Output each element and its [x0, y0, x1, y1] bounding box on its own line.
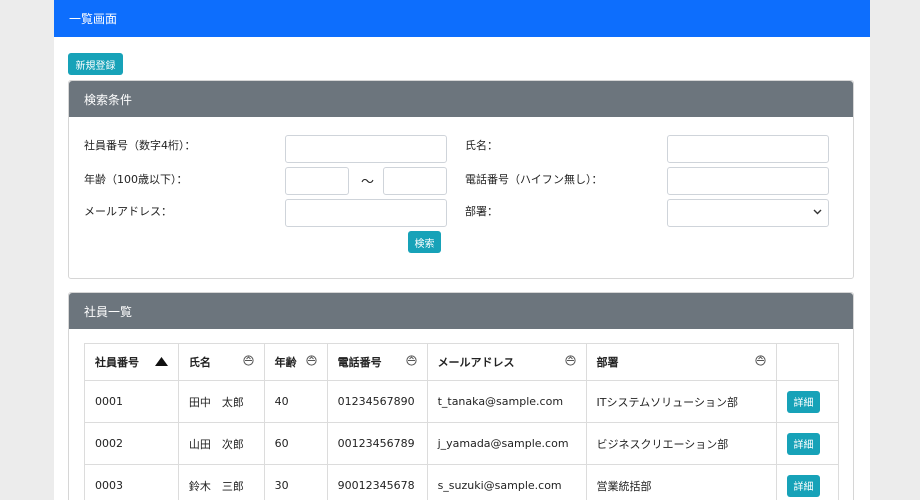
cell-dept: ITシステムソリューション部 [585, 380, 777, 423]
cell-actions: 詳細 [775, 380, 840, 423]
col-header-email[interactable]: メールアドレス [426, 343, 587, 381]
cell-age: 40 [263, 380, 328, 423]
table-row: 0001 田中 太郎 40 01234567890 t_tanaka@sampl… [84, 380, 840, 423]
detail-button[interactable]: 詳細 [786, 474, 820, 497]
age-range-separator: ～ [361, 175, 375, 190]
table-header-row: 社員番号 氏名 年齢 電話番号 メールアドレス 部署 [84, 343, 840, 381]
sort-icon [564, 355, 576, 369]
cell-dept: ビジネスクリエーション部 [585, 422, 777, 465]
search-card-title: 検索条件 [84, 92, 133, 107]
name-label: 氏名： [465, 139, 498, 152]
cell-name: 山田 次郎 [177, 422, 265, 465]
cell-phone: 01234567890 [326, 380, 428, 423]
list-card-title: 社員一覧 [84, 304, 133, 319]
col-header-actions [775, 343, 840, 381]
phone-label: 電話番号（ハイフン無し）： [465, 173, 603, 186]
cell-name: 田中 太郎 [177, 380, 265, 423]
col-header-age[interactable]: 年齢 [263, 343, 328, 381]
cell-phone: 90012345678 [326, 464, 428, 500]
cell-email: j_yamada@sample.com [426, 422, 587, 465]
age-to-input[interactable] [383, 167, 447, 195]
cell-email: s_suzuki@sample.com [426, 464, 587, 500]
search-button[interactable]: 検索 [408, 231, 441, 253]
dept-select[interactable] [667, 199, 829, 227]
page: 一覧画面 新規登録 検索条件 社員番号（数字4桁）： 氏名： 年齢（100歳以下… [54, 0, 870, 500]
email-input[interactable] [285, 199, 447, 227]
search-card-header: 検索条件 [69, 81, 853, 117]
col-header-phone[interactable]: 電話番号 [326, 343, 428, 381]
sort-icon [755, 355, 766, 369]
list-card-header: 社員一覧 [69, 293, 853, 329]
dept-label: 部署： [465, 205, 498, 218]
sort-icon [243, 355, 254, 369]
col-header-name[interactable]: 氏名 [177, 343, 265, 381]
age-from-input[interactable] [285, 167, 349, 195]
new-register-button[interactable]: 新規登録 [68, 53, 123, 75]
cell-emp-no: 0001 [84, 380, 179, 423]
table-row: 0003 鈴木 三郎 30 90012345678 s_suzuki@sampl… [84, 464, 840, 500]
cell-phone: 00123456789 [326, 422, 428, 465]
sort-icon [305, 355, 317, 369]
cell-name: 鈴木 三郎 [177, 464, 265, 500]
phone-input[interactable] [667, 167, 829, 195]
email-label: メールアドレス： [84, 205, 172, 218]
name-input[interactable] [667, 135, 829, 163]
cell-emp-no: 0003 [84, 464, 179, 500]
cell-age: 30 [263, 464, 328, 500]
sort-icon [405, 355, 417, 369]
cell-actions: 詳細 [775, 422, 840, 465]
cell-emp-no: 0002 [84, 422, 179, 465]
page-title: 一覧画面 [69, 12, 118, 26]
cell-dept: 営業統括部 [585, 464, 777, 500]
detail-button[interactable]: 詳細 [786, 390, 820, 413]
chevron-down-icon [813, 208, 822, 218]
employee-list-card: 社員一覧 社員番号 氏名 年齢 電話番号 メールアドレス 部署 0001 田中 … [68, 292, 854, 500]
sort-asc-icon [154, 356, 168, 369]
emp-no-label: 社員番号（数字4桁）： [84, 139, 196, 152]
search-card: 検索条件 社員番号（数字4桁）： 氏名： 年齢（100歳以下）： ～ 電話番号（… [68, 80, 854, 279]
employee-table: 社員番号 氏名 年齢 電話番号 メールアドレス 部署 0001 田中 太郎 40… [84, 343, 840, 500]
age-label: 年齢（100歳以下）： [84, 173, 188, 186]
emp-no-input[interactable] [285, 135, 447, 163]
detail-button[interactable]: 詳細 [786, 432, 820, 455]
table-row: 0002 山田 次郎 60 00123456789 j_yamada@sampl… [84, 422, 840, 465]
cell-actions: 詳細 [775, 464, 840, 500]
cell-email: t_tanaka@sample.com [426, 380, 587, 423]
cell-age: 60 [263, 422, 328, 465]
col-header-emp-no[interactable]: 社員番号 [84, 343, 179, 381]
top-bar: 一覧画面 [54, 0, 870, 37]
col-header-dept[interactable]: 部署 [585, 343, 777, 381]
